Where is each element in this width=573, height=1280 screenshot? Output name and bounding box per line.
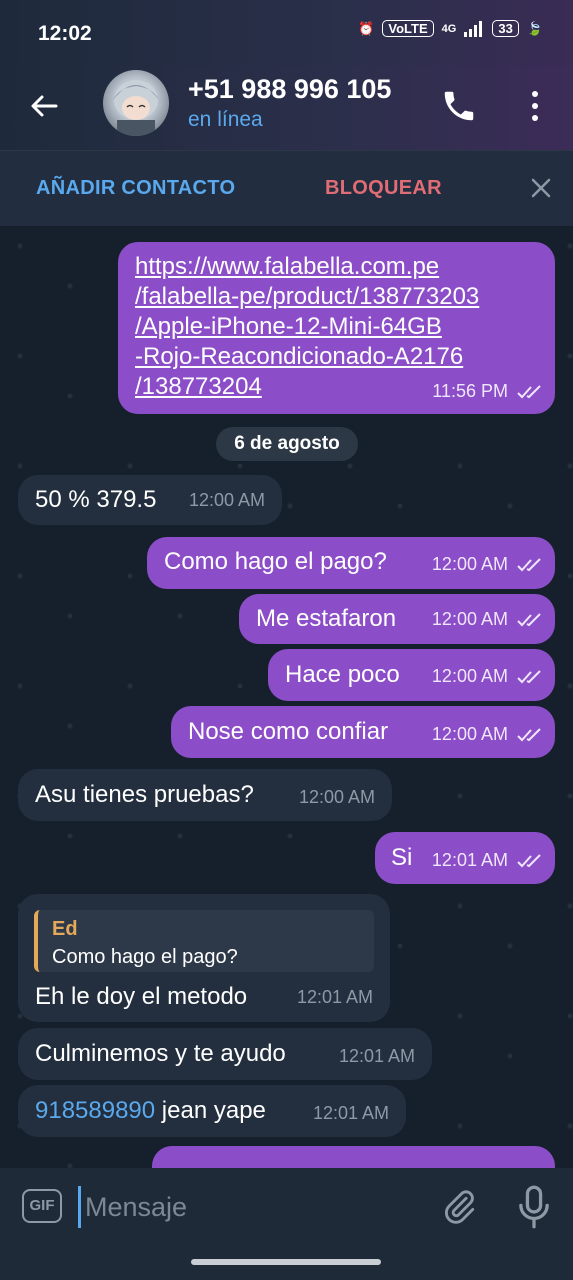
message-input[interactable]: Mensaje [78, 1186, 428, 1228]
contact-status: en línea [188, 108, 263, 131]
message-bubble-incoming[interactable]: Culminemos y te ayudo 12:01 AM [18, 1028, 432, 1080]
message-text: 918589890 jean yape [35, 1096, 266, 1126]
status-time: 12:02 [38, 22, 92, 45]
block-button[interactable]: BLOQUEAR [325, 177, 442, 200]
message-bubble-reply[interactable]: Ed Como hago el pago? Eh le doy el metod… [18, 894, 390, 1022]
message-time: 12:00 AM [431, 724, 508, 744]
message-text: Eh le doy el metodo [35, 983, 248, 1010]
double-check-icon [517, 728, 541, 742]
message-text: Si [391, 844, 413, 871]
contact-action-bar: AÑADIR CONTACTO BLOQUEAR [0, 150, 573, 227]
volte-badge: VoLTE [382, 20, 434, 37]
double-check-icon [517, 385, 541, 399]
close-icon [531, 178, 551, 198]
double-check-icon [517, 613, 541, 627]
message-text: Hace poco [285, 661, 400, 688]
message-time: 12:00 AM [431, 609, 508, 629]
message-time: 12:00 AM [188, 490, 265, 510]
message-time: 11:56 PM [432, 381, 508, 401]
message-time: 12:01 AM [312, 1103, 389, 1123]
message-time: 12:00 AM [431, 666, 508, 686]
message-time: 12:00 AM [431, 554, 508, 574]
dot-icon [532, 91, 538, 97]
message-meta: 12:00 AM [432, 604, 543, 634]
mic-button[interactable] [514, 1184, 554, 1230]
message-text: Como hago el pago? [164, 548, 387, 575]
message-time: 12:00 AM [298, 787, 375, 807]
dot-icon [532, 115, 538, 121]
message-bubble-link[interactable]: https://www.falabella.com.pe /falabella-… [118, 242, 555, 414]
double-check-icon [517, 558, 541, 572]
message-text: Me estafaron [256, 605, 397, 632]
message-meta: 12:00 AM [432, 549, 543, 579]
add-contact-button[interactable]: AÑADIR CONTACTO [36, 177, 235, 200]
message-text: Nose como confiar [188, 718, 389, 745]
paperclip-icon [444, 1190, 475, 1224]
close-bar-button[interactable] [528, 175, 554, 201]
battery-indicator: 33 [492, 20, 519, 37]
message-bubble-incoming[interactable]: Asu tienes pruebas? 12:00 AM [18, 769, 392, 821]
message-meta: 11:56 PM [432, 376, 543, 406]
network-label: 4G [441, 22, 457, 35]
contact-name[interactable]: +51 988 996 105 [188, 74, 391, 105]
message-meta: 12:01 AM [432, 845, 543, 875]
phone-icon [444, 91, 474, 121]
reply-text: Como hago el pago? [52, 946, 238, 968]
attach-button[interactable] [440, 1186, 478, 1228]
reply-author: Ed [52, 918, 78, 940]
message-text: 50 % 379.5 [35, 486, 157, 513]
dot-icon [532, 103, 538, 109]
message-bubble-outgoing[interactable]: Nose como confiar 12:00 AM [171, 706, 555, 758]
double-check-icon [517, 854, 541, 868]
message-time: 12:01 AM [431, 850, 508, 870]
message-text-rest: jean yape [155, 1097, 266, 1124]
avatar-image [113, 80, 159, 136]
avatar[interactable] [103, 70, 169, 136]
message-meta: 12:00 AM [432, 661, 543, 691]
message-bubble-outgoing[interactable]: Hace poco 12:00 AM [268, 649, 555, 701]
message-bubble-outgoing[interactable]: Como hago el pago? 12:00 AM [147, 537, 555, 589]
message-composer: GIF Mensaje [0, 1168, 573, 1246]
message-bubble-outgoing[interactable]: Me estafaron 12:00 AM [239, 594, 555, 644]
message-link-line[interactable]: -Rojo-Reacondicionado-A2176 [135, 342, 479, 372]
home-gesture-handle[interactable] [191, 1259, 381, 1265]
message-bubble-outgoing[interactable]: Si 12:01 AM [375, 832, 555, 884]
message-link-line[interactable]: /Apple-iPhone-12-Mini-64GB [135, 312, 479, 342]
back-button[interactable] [26, 88, 62, 124]
message-meta: 12:00 AM [432, 719, 543, 749]
message-link-line[interactable]: /138773204 [135, 372, 479, 402]
reply-quote[interactable]: Ed Como hago el pago? [34, 910, 374, 972]
leaf-icon: 🍃 [526, 20, 543, 36]
message-bubble-incoming[interactable]: 918589890 jean yape 12:01 AM [18, 1085, 406, 1137]
more-options-button[interactable] [520, 86, 550, 126]
message-time: 12:01 AM [338, 1046, 415, 1066]
message-link-line[interactable]: https://www.falabella.com.pe [135, 252, 479, 282]
double-check-icon [517, 670, 541, 684]
back-arrow-icon [31, 95, 58, 117]
status-icons: ⏰ VoLTE 4G 33 🍃 [358, 20, 543, 37]
message-link-line[interactable]: /falabella-pe/product/138773203 [135, 282, 479, 312]
microphone-icon [519, 1185, 549, 1229]
status-bar: 12:02 ⏰ VoLTE 4G 33 🍃 [0, 0, 573, 66]
chat-header: +51 988 996 105 en línea [0, 66, 573, 150]
call-button[interactable] [440, 86, 478, 126]
message-text: Culminemos y te ayudo [35, 1040, 286, 1067]
gif-button[interactable]: GIF [22, 1189, 62, 1223]
message-bubble-incoming[interactable]: 50 % 379.5 12:00 AM [18, 475, 282, 525]
system-nav-bar [0, 1246, 573, 1280]
message-text: Asu tienes pruebas? [35, 781, 254, 808]
alarm-icon: ⏰ [358, 20, 375, 36]
message-bubble-outgoing-partial[interactable] [152, 1146, 555, 1168]
date-separator: 6 de agosto [216, 427, 358, 461]
signal-icon [464, 20, 483, 37]
message-time: 12:01 AM [296, 987, 373, 1007]
phone-number-link[interactable]: 918589890 [35, 1097, 155, 1124]
chat-area[interactable]: https://www.falabella.com.pe /falabella-… [0, 226, 573, 1168]
